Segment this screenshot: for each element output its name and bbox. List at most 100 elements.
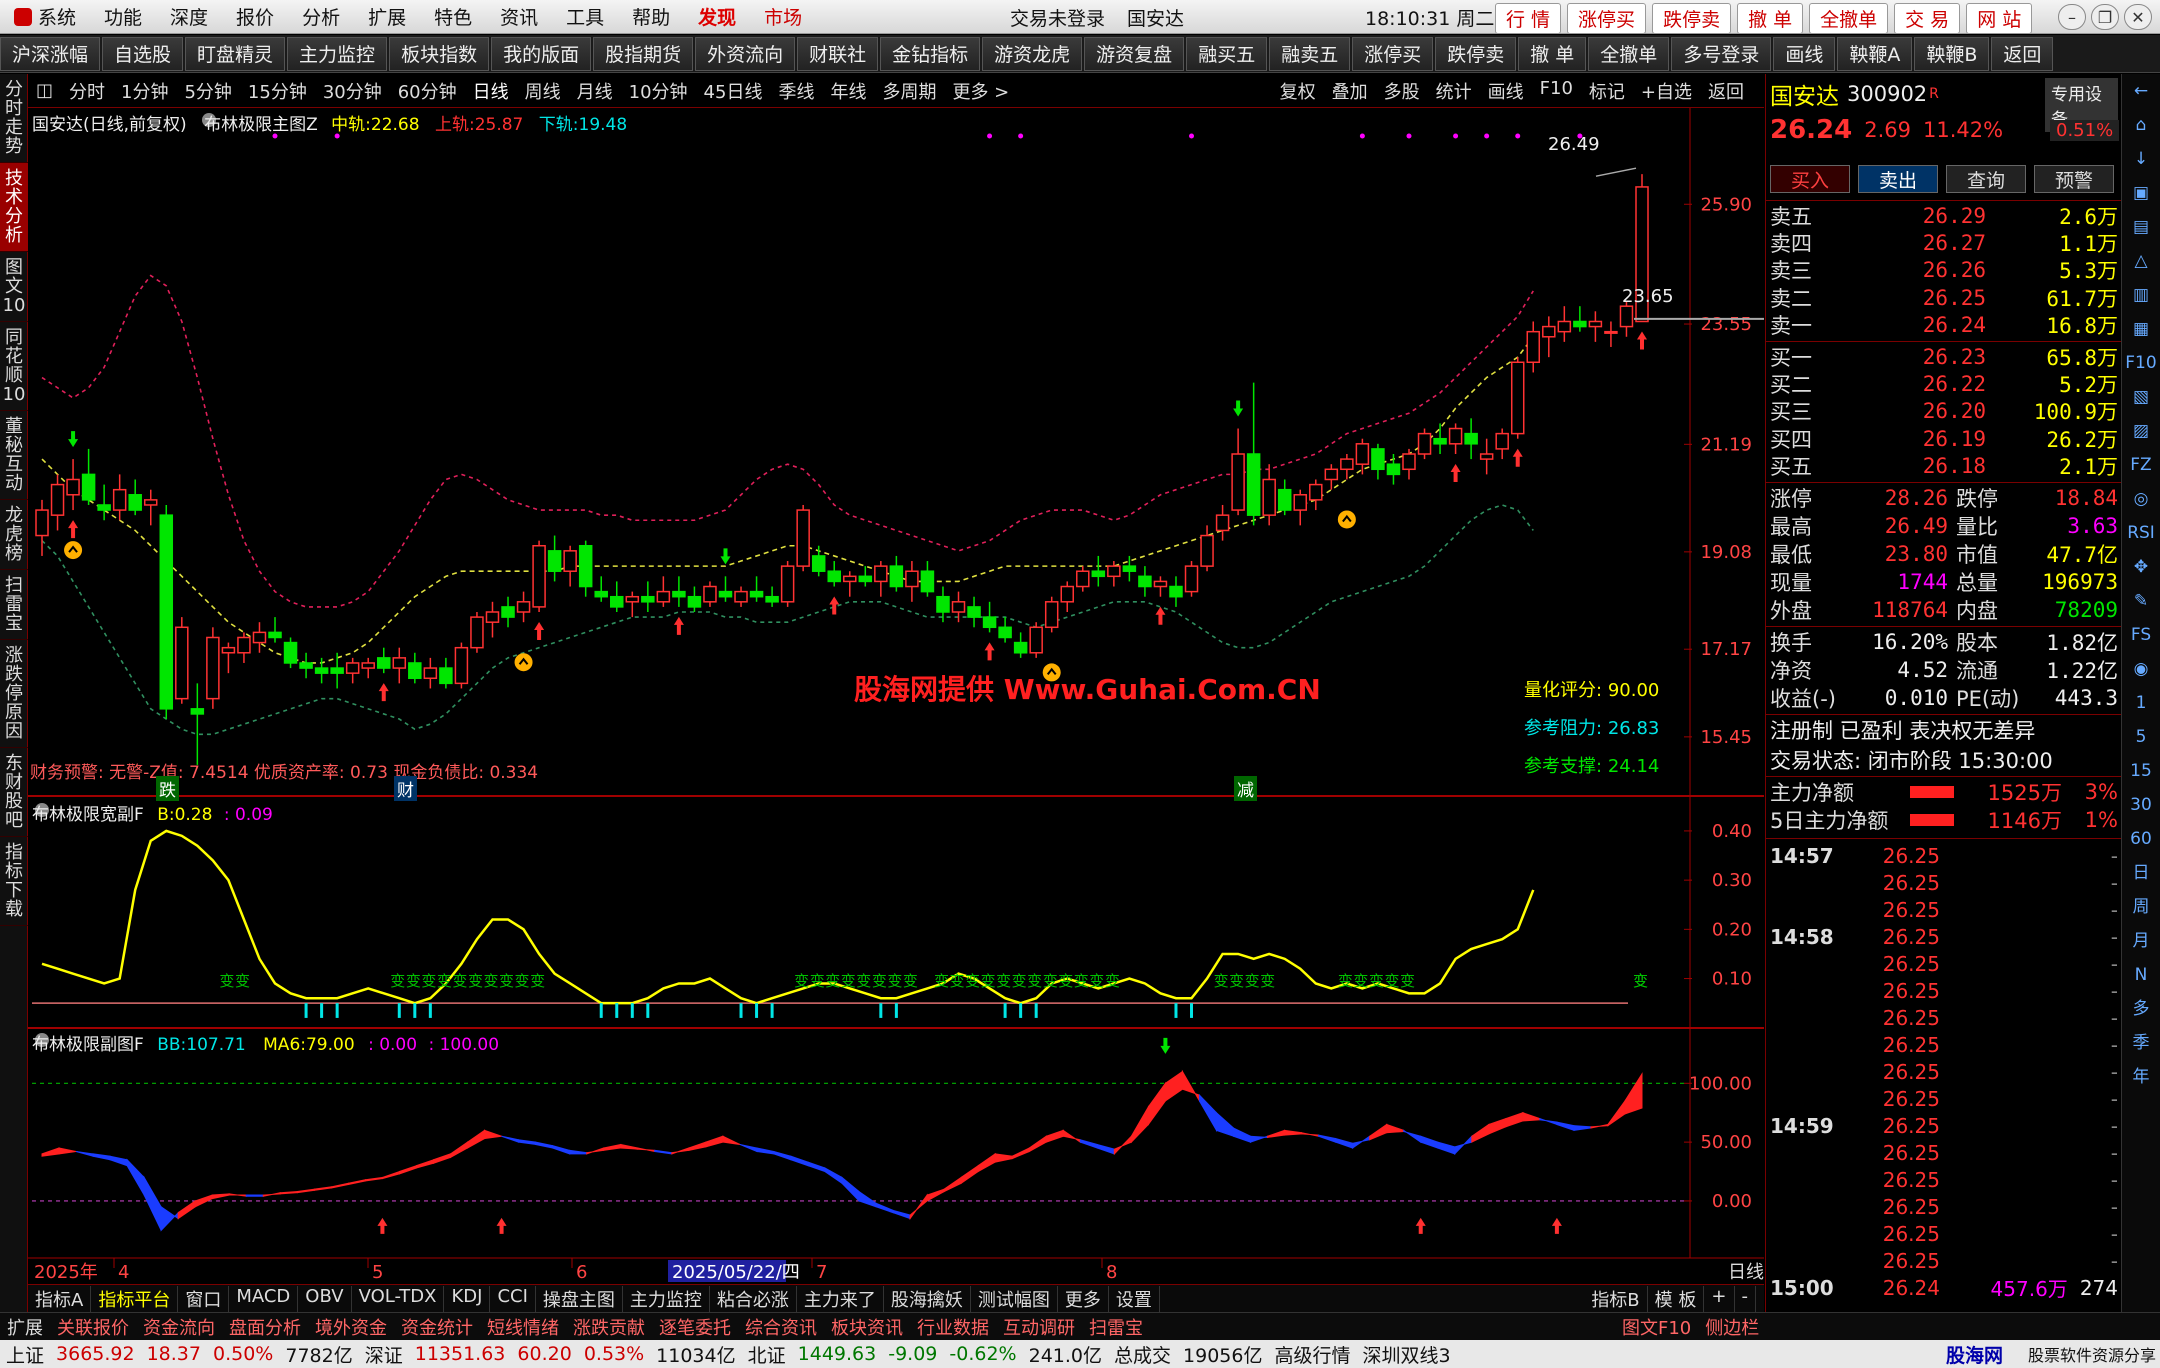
right-tool-18[interactable]: 1 <box>2122 686 2160 720</box>
menu-extend[interactable]: 扩展 <box>354 0 420 33</box>
function-item-1[interactable]: 关联报价 <box>50 1314 136 1340</box>
period-1[interactable]: 1分钟 <box>113 78 176 104</box>
chart-tool-0[interactable]: 复权 <box>1272 78 1324 104</box>
chart-tool-1[interactable]: 叠加 <box>1324 78 1376 104</box>
right-tool-20[interactable]: 15 <box>2122 754 2160 788</box>
toolbar-button-11[interactable]: 游资复盘 <box>1084 36 1185 71</box>
function-item-3[interactable]: 盘面分析 <box>222 1314 308 1340</box>
right-tool-10[interactable]: ▨ <box>2122 414 2160 448</box>
toolbar-button-16[interactable]: 撤 单 <box>1518 36 1587 71</box>
period-8[interactable]: 月线 <box>569 78 621 104</box>
indicator-tab-14[interactable]: 更多 <box>1058 1285 1109 1312</box>
right-tool-1[interactable]: ⌂ <box>2122 108 2160 142</box>
period-10[interactable]: 45日线 <box>696 78 771 104</box>
period-7[interactable]: 周线 <box>517 78 569 104</box>
menu-tools[interactable]: 工具 <box>552 0 618 33</box>
quick-button-0[interactable]: 行 情 <box>1495 3 1562 33</box>
right-tool-17[interactable]: ◉ <box>2122 652 2160 686</box>
function-item-11[interactable]: 行业数据 <box>910 1314 996 1340</box>
period-2[interactable]: 5分钟 <box>176 78 239 104</box>
toolbar-button-22[interactable]: 返回 <box>1991 36 2054 71</box>
toolbar-button-14[interactable]: 涨停买 <box>1352 36 1434 71</box>
function-item-0[interactable]: 扩展 <box>0 1314 50 1340</box>
period-4[interactable]: 30分钟 <box>315 78 390 104</box>
toolbar-button-20[interactable]: 鞅鞭A <box>1837 36 1913 71</box>
toolbar-button-7[interactable]: 外资流向 <box>695 36 796 71</box>
indicator-tab-10[interactable]: 粘合必涨 <box>710 1285 797 1312</box>
right-tool-14[interactable]: ✥ <box>2122 550 2160 584</box>
toolbar-button-21[interactable]: 鞅鞭B <box>1914 36 1990 71</box>
function-right-1[interactable]: 侧边栏 <box>1698 1314 1766 1340</box>
indicator-tab-13[interactable]: 测试幅图 <box>971 1285 1058 1312</box>
right-tool-22[interactable]: 60 <box>2122 822 2160 856</box>
menu-feature[interactable]: 特色 <box>420 0 486 33</box>
period-11[interactable]: 季线 <box>770 78 822 104</box>
restore-icon[interactable]: ❐ <box>2091 4 2119 30</box>
chart-tool-5[interactable]: F10 <box>1532 78 1581 104</box>
period-3[interactable]: 15分钟 <box>240 78 315 104</box>
right-tool-5[interactable]: △ <box>2122 244 2160 278</box>
right-tool-16[interactable]: FS <box>2122 618 2160 652</box>
function-item-4[interactable]: 境外资金 <box>308 1314 394 1340</box>
menu-depth[interactable]: 深度 <box>156 0 222 33</box>
toolbar-button-15[interactable]: 跌停卖 <box>1435 36 1517 71</box>
right-tool-15[interactable]: ✎ <box>2122 584 2160 618</box>
menu-market[interactable]: 市场 <box>750 0 816 33</box>
indicator-tab-1[interactable]: 指标平台 <box>91 1285 179 1312</box>
indicator-tab-2[interactable]: 窗口 <box>178 1285 230 1312</box>
right-tool-24[interactable]: 周 <box>2122 890 2160 924</box>
bids-row-1[interactable]: 买二 26.22 5.2万 <box>1770 370 2118 397</box>
sub2-name[interactable]: 布林极限副图F <box>32 1035 144 1055</box>
menu-analysis[interactable]: 分析 <box>288 0 354 33</box>
toolbar-button-17[interactable]: 全撤单 <box>1588 36 1670 71</box>
left-nav-item-5[interactable]: 龙虎榜 <box>0 500 28 570</box>
right-tool-8[interactable]: F10 <box>2122 346 2160 380</box>
indicator-tab-11[interactable]: 主力来了 <box>797 1285 884 1312</box>
sub1-name[interactable]: 布林极限宽副F <box>32 805 144 825</box>
toolbar-button-19[interactable]: 画线 <box>1773 36 1836 71</box>
period-5[interactable]: 60分钟 <box>390 78 465 104</box>
right-tool-3[interactable]: ▣ <box>2122 176 2160 210</box>
right-tool-12[interactable]: ◎ <box>2122 482 2160 516</box>
right-tool-26[interactable]: N <box>2122 958 2160 992</box>
function-item-13[interactable]: 扫雷宝 <box>1082 1314 1150 1340</box>
advanced-quote[interactable]: 高级行情 <box>1268 1341 1356 1368</box>
toolbar-button-5[interactable]: 我的版面 <box>491 36 592 71</box>
period-12[interactable]: 年线 <box>822 78 874 104</box>
function-item-8[interactable]: 逐笔委托 <box>652 1314 738 1340</box>
toolbar-button-3[interactable]: 主力监控 <box>287 36 388 71</box>
trade-button-3[interactable]: 预警 <box>2034 165 2114 193</box>
trade-button-0[interactable]: 买入 <box>1770 165 1850 193</box>
left-nav-item-4[interactable]: 董秘互动 <box>0 411 28 500</box>
period-9[interactable]: 10分钟 <box>621 78 696 104</box>
bids-row-2[interactable]: 买三 26.20 100.9万 <box>1770 398 2118 425</box>
period-6[interactable]: 日线 <box>465 78 517 104</box>
left-nav-item-8[interactable]: 东财股吧 <box>0 748 28 837</box>
right-tool-25[interactable]: 月 <box>2122 924 2160 958</box>
indicator-tab-4[interactable]: OBV <box>298 1285 352 1312</box>
quick-button-3[interactable]: 撤 单 <box>1737 3 1804 33</box>
right-tool-19[interactable]: 5 <box>2122 720 2160 754</box>
indicator-tab-12[interactable]: 股海擒妖 <box>884 1285 971 1312</box>
toolbar-button-1[interactable]: 自选股 <box>102 36 184 71</box>
left-nav-item-7[interactable]: 涨跌停原因 <box>0 640 28 748</box>
chart-tool-4[interactable]: 画线 <box>1480 78 1532 104</box>
period-0[interactable]: 分时 <box>61 78 113 104</box>
tab-right-3[interactable]: - <box>1735 1285 1756 1312</box>
tab-right-2[interactable]: + <box>1704 1285 1735 1312</box>
left-nav-item-9[interactable]: 指标下载 <box>0 837 28 926</box>
chart-tool-7[interactable]: +自选 <box>1633 78 1700 104</box>
right-tool-11[interactable]: FZ <box>2122 448 2160 482</box>
right-tool-4[interactable]: ▤ <box>2122 210 2160 244</box>
menu-quote[interactable]: 报价 <box>222 0 288 33</box>
toolbar-button-18[interactable]: 多号登录 <box>1671 36 1772 71</box>
quick-button-4[interactable]: 全撤单 <box>1809 3 1889 33</box>
function-item-9[interactable]: 综合资讯 <box>738 1314 824 1340</box>
toolbar-button-13[interactable]: 融卖五 <box>1269 36 1351 71</box>
function-item-6[interactable]: 短线情绪 <box>480 1314 566 1340</box>
minimize-icon[interactable]: – <box>2058 4 2086 30</box>
right-tool-28[interactable]: 季 <box>2122 1026 2160 1060</box>
tab-right-0[interactable]: 指标B <box>1584 1285 1648 1312</box>
toolbar-button-4[interactable]: 板块指数 <box>389 36 490 71</box>
right-tool-6[interactable]: ▥ <box>2122 278 2160 312</box>
